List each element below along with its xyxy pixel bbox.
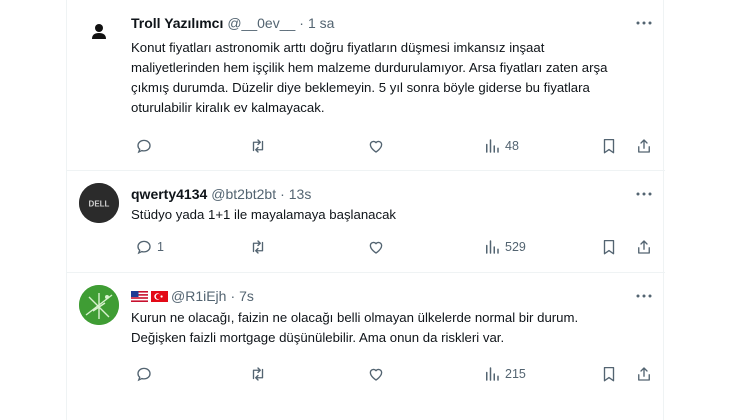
user-handle[interactable]: @bt2bt2bt <box>211 186 276 202</box>
tweet[interactable]: Troll Yazılımcı @__0ev__ · 1 sa Konut fi… <box>67 0 665 171</box>
like-button[interactable] <box>367 364 389 384</box>
share-icon <box>638 139 650 153</box>
avatar[interactable] <box>79 12 119 52</box>
retweet-icon <box>252 367 264 381</box>
person-silhouette-icon <box>79 12 119 52</box>
tweet-text: Stüdyo yada 1+1 ile mayalamaya başlanaca… <box>131 207 397 222</box>
more-options-icon[interactable] <box>635 185 653 203</box>
user-handle[interactable]: @R1iEjh <box>171 288 226 304</box>
reply-button[interactable] <box>135 364 157 384</box>
tweet-header: qwerty4134 @bt2bt2bt · 13s <box>131 184 311 204</box>
timestamp[interactable]: 1 sa <box>308 15 334 31</box>
like-button[interactable] <box>367 136 389 156</box>
timestamp[interactable]: 13s <box>289 186 312 202</box>
more-options-icon[interactable] <box>635 287 653 305</box>
action-bar: 1 529 <box>131 237 653 257</box>
separator-dot: · <box>299 15 304 31</box>
separator-dot: · <box>280 186 285 202</box>
reply-icon <box>137 139 151 154</box>
views-button[interactable]: 48 <box>483 136 519 156</box>
heart-icon <box>369 368 383 381</box>
heart-icon <box>369 140 383 153</box>
retweet-button[interactable] <box>249 364 271 384</box>
like-button[interactable] <box>367 237 389 257</box>
view-count: 48 <box>505 139 519 153</box>
dell-logo-text: DELL <box>89 200 110 209</box>
bookmark-icon <box>603 239 615 255</box>
share-button[interactable] <box>635 364 653 384</box>
analytics-icon <box>486 240 499 254</box>
analytics-icon <box>486 367 499 381</box>
bookmark-button[interactable] <box>600 237 618 257</box>
reply-button[interactable] <box>135 136 157 156</box>
reply-button[interactable]: 1 <box>135 237 164 257</box>
avatar[interactable] <box>79 285 119 325</box>
dell-logo-icon: DELL <box>79 183 119 223</box>
tweet[interactable]: @R1iEjh · 7s Kurun ne olacağı, faizin ne… <box>67 273 665 398</box>
display-name[interactable]: qwerty4134 <box>131 186 207 202</box>
action-bar: 215 <box>131 364 653 384</box>
us-flag-icon <box>131 290 148 302</box>
timestamp[interactable]: 7s <box>239 288 254 304</box>
views-button[interactable]: 529 <box>483 237 526 257</box>
tweet-text: Kurun ne olacağı, faizin ne olacağı bell… <box>131 310 579 345</box>
retweet-button[interactable] <box>249 136 271 156</box>
bookmark-icon <box>603 138 615 154</box>
display-name[interactable]: Troll Yazılımcı <box>131 15 223 31</box>
tweet-header: @R1iEjh · 7s <box>131 286 254 306</box>
separator-dot: · <box>230 288 236 304</box>
analytics-icon <box>486 139 499 153</box>
bookmark-button[interactable] <box>600 136 618 156</box>
green-abstract-avatar-icon <box>79 285 119 325</box>
more-options-icon[interactable] <box>635 14 653 32</box>
tweet[interactable]: DELL qwerty4134 @bt2bt2bt · 13s Stüdyo y… <box>67 171 665 273</box>
action-bar: 48 <box>131 136 653 156</box>
retweet-icon <box>252 139 264 153</box>
share-icon <box>638 240 650 254</box>
bookmark-icon <box>603 366 615 382</box>
share-button[interactable] <box>635 237 653 257</box>
tweet-text: Konut fiyatları astronomik arttı doğru f… <box>131 40 608 115</box>
view-count: 529 <box>505 240 526 254</box>
share-icon <box>638 367 650 381</box>
reply-icon <box>137 367 151 382</box>
reply-icon <box>137 240 151 255</box>
timeline-feed: Troll Yazılımcı @__0ev__ · 1 sa Konut fi… <box>66 0 665 420</box>
avatar[interactable]: DELL <box>79 183 119 223</box>
reply-count: 1 <box>157 240 164 254</box>
views-button[interactable]: 215 <box>483 364 526 384</box>
tr-flag-icon <box>151 290 168 302</box>
share-button[interactable] <box>635 136 653 156</box>
user-handle[interactable]: @__0ev__ <box>227 15 295 31</box>
tweet-header: Troll Yazılımcı @__0ev__ · 1 sa <box>131 13 334 33</box>
view-count: 215 <box>505 367 526 381</box>
retweet-button[interactable] <box>249 237 271 257</box>
retweet-icon <box>252 240 264 254</box>
heart-icon <box>369 241 383 254</box>
bookmark-button[interactable] <box>600 364 618 384</box>
